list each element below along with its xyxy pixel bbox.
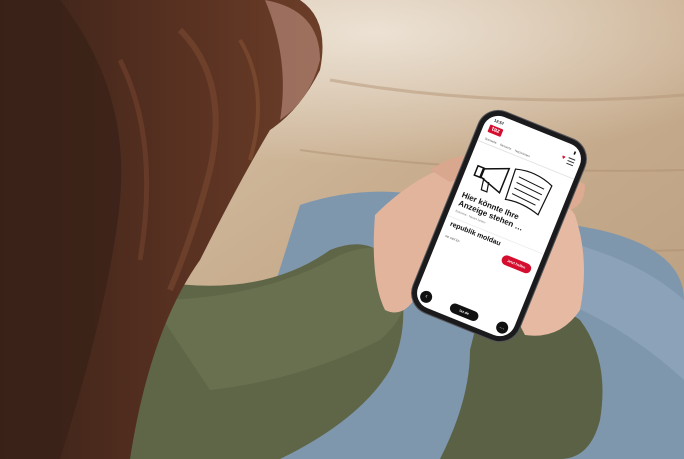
chevron-left-icon[interactable]: ‹ (418, 289, 434, 305)
background-photo (0, 0, 684, 459)
nav-item-1[interactable]: Ressorts (500, 143, 512, 151)
heart-icon[interactable]: ♥ (561, 155, 567, 162)
more-icon[interactable]: … (494, 319, 510, 336)
photo-scene: 12:57 ▮ taz ♥ Startseite Ressorts Nachri… (0, 0, 684, 459)
menu-icon[interactable] (566, 156, 576, 166)
battery-icon: ▮ (572, 149, 577, 156)
nav-item-0[interactable]: Startseite (484, 136, 497, 144)
